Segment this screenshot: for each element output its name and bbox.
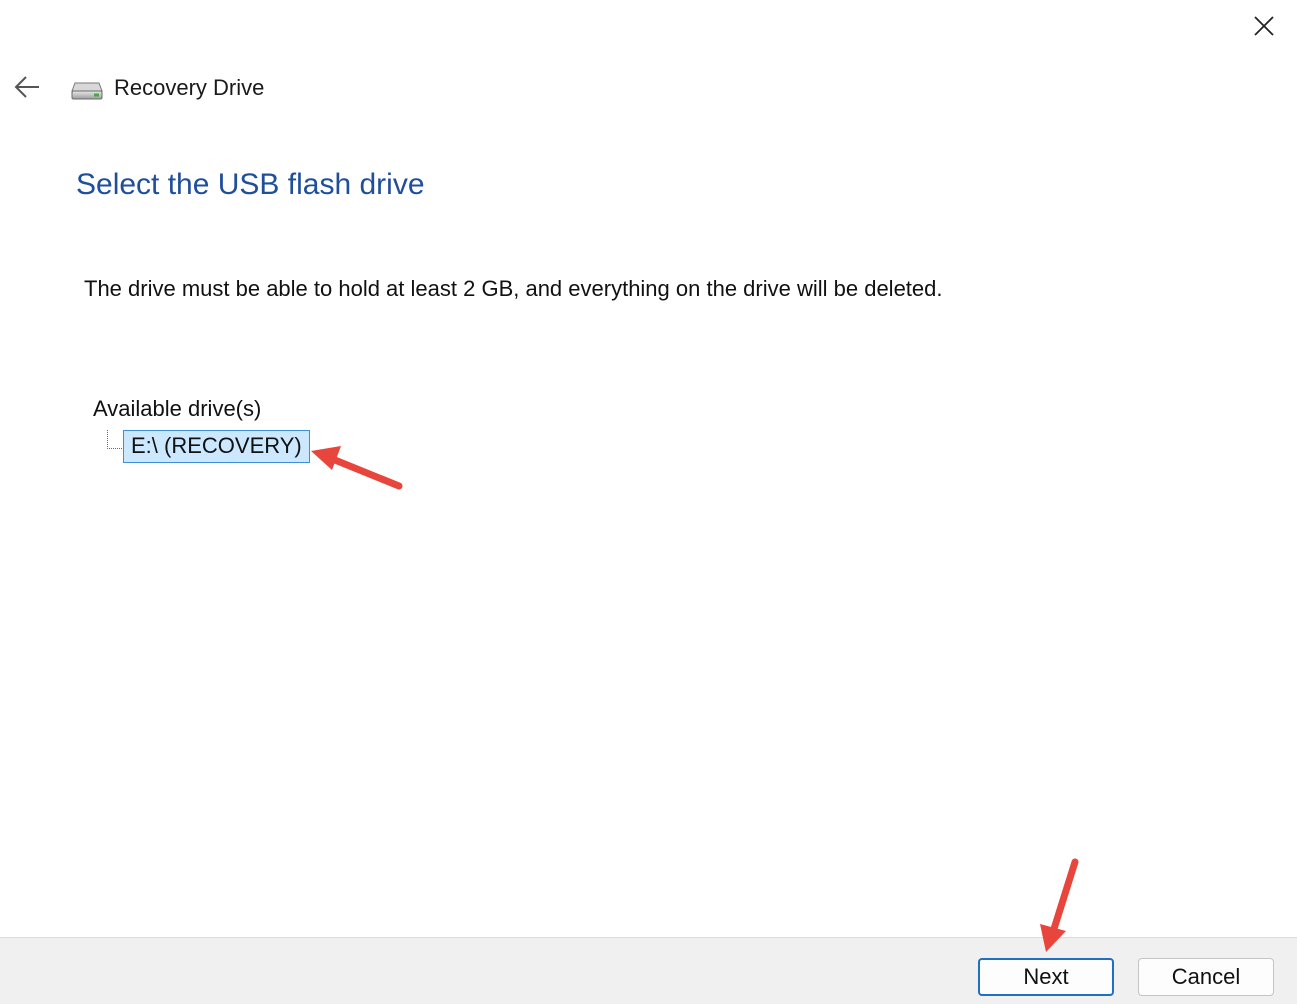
window-title-bar: Recovery Drive [70,72,264,104]
footer-bar: Next Cancel [0,937,1297,1004]
annotation-arrow-drive [311,446,403,490]
close-icon [1254,16,1274,36]
recovery-drive-window: Recovery Drive Select the USB flash driv… [0,0,1297,1004]
available-drives-tree: Available drive(s) E:\ (RECOVERY) [93,396,310,463]
drive-item-e-recovery[interactable]: E:\ (RECOVERY) [123,430,310,463]
tree-connector-line [107,430,122,449]
next-button[interactable]: Next [978,958,1114,996]
usb-drive-icon [71,82,103,100]
window-title: Recovery Drive [114,75,265,100]
back-arrow-icon [14,76,39,98]
close-button[interactable] [1238,4,1290,48]
back-button[interactable] [8,68,46,106]
cancel-button[interactable]: Cancel [1138,958,1274,996]
instruction-text: The drive must be able to hold at least … [84,276,943,301]
annotation-overlay [311,446,1079,952]
page-heading: Select the USB flash drive [76,168,425,201]
tree-root-label: Available drive(s) [93,396,262,421]
